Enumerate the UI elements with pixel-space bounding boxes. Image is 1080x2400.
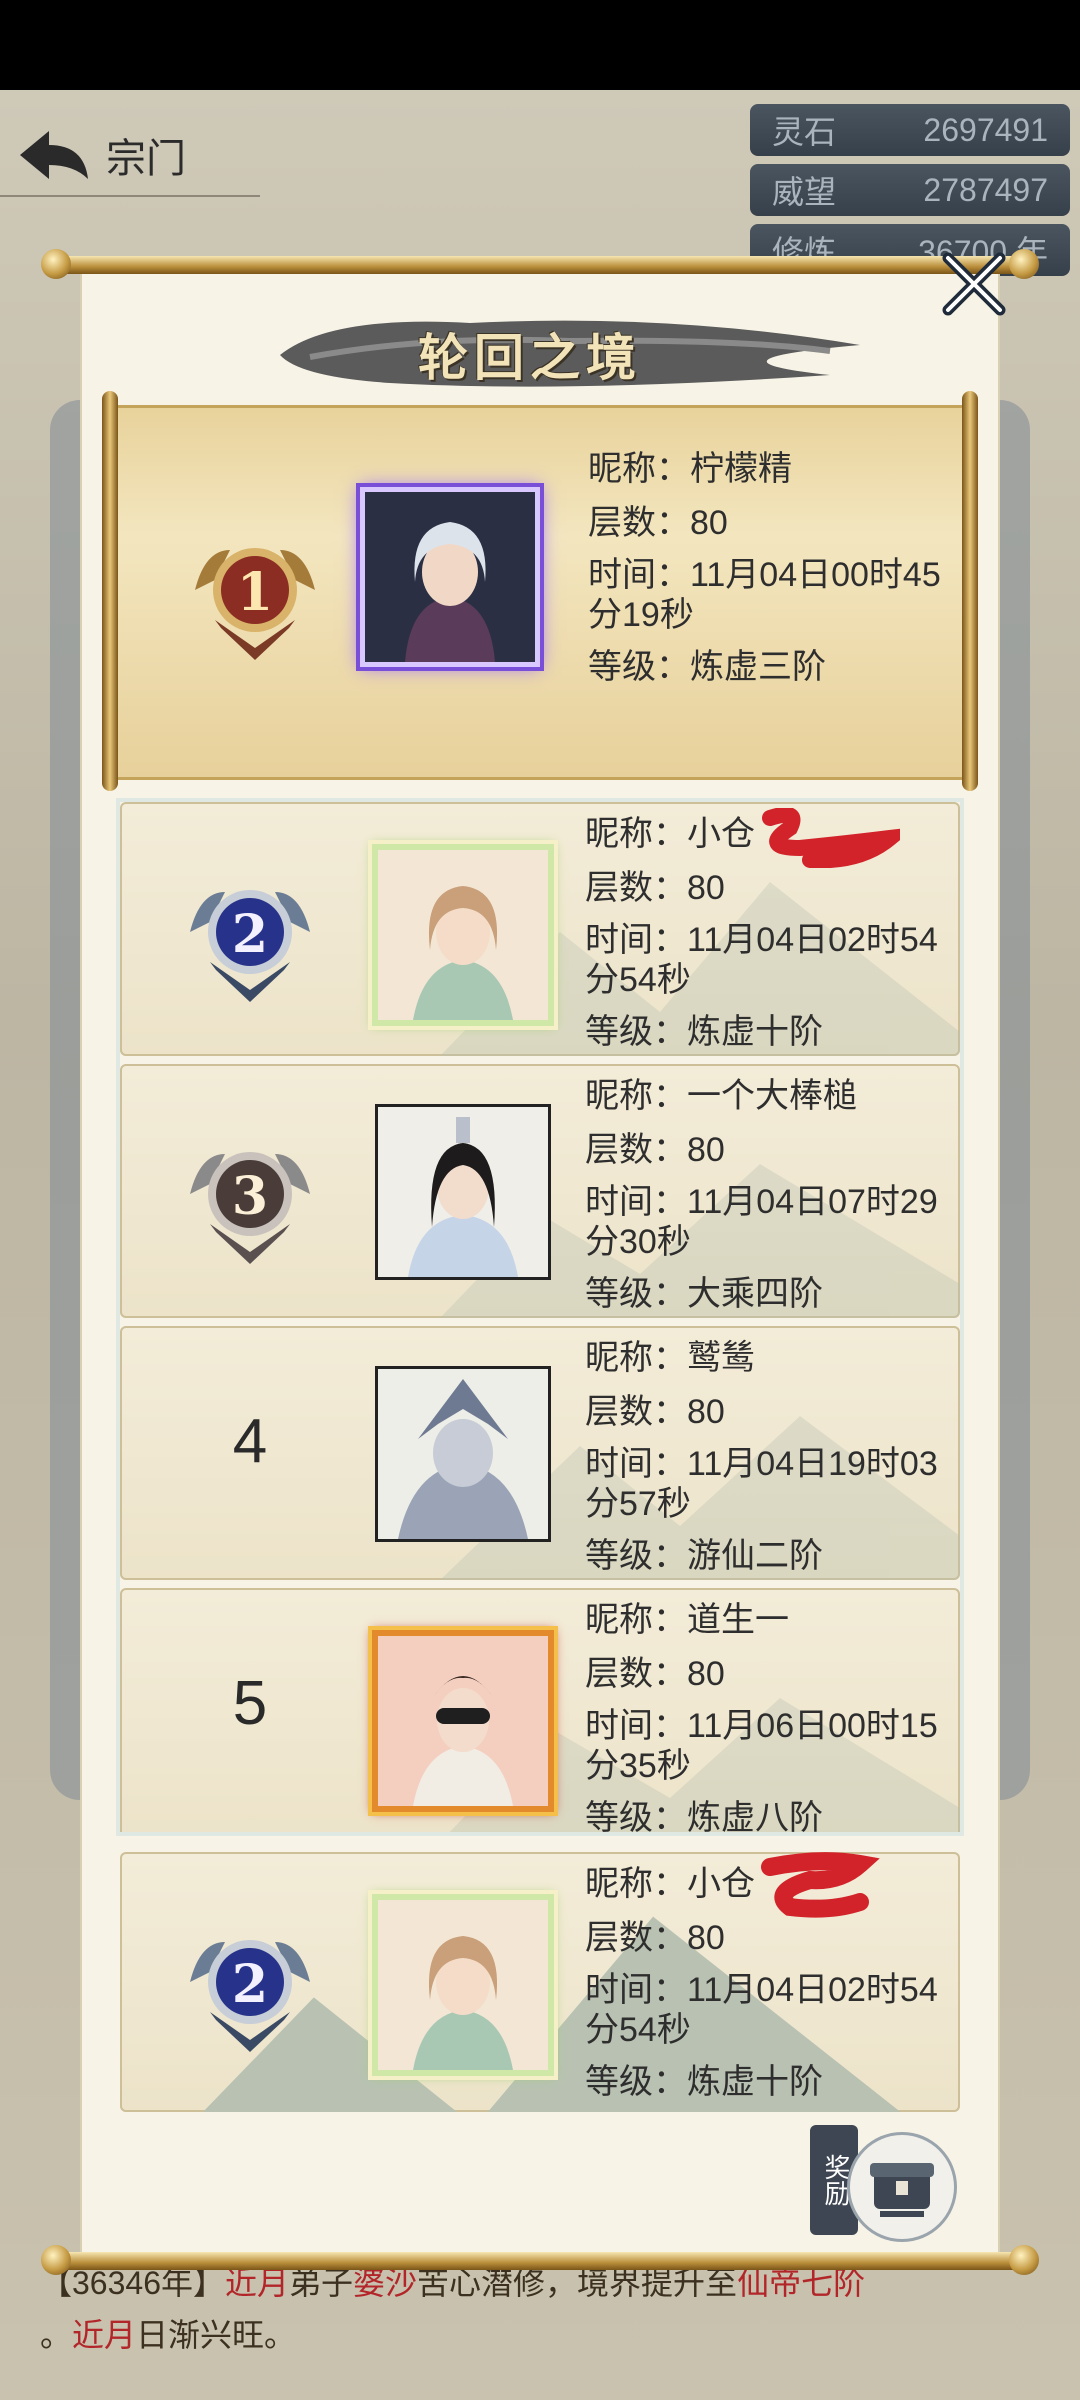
page-header: 宗门 [0,115,260,197]
close-icon[interactable] [938,248,1010,320]
player-avatar[interactable] [372,1630,554,1812]
redaction-scribble [761,1852,880,1918]
scroll-rod-bottom [41,2245,1039,2275]
level-row: 等级：炼虚三阶 [588,648,826,686]
svg-text:2: 2 [232,904,268,965]
player-avatar[interactable] [372,1894,554,2076]
rank-row: 3 昵称：一个大棒槌 层数：80 时间：11月04日07时29分30秒 等级：大… [120,1064,960,1318]
rank-info: 昵称：道生一 层数：80 时间：11月06日00时15分35秒 等级：炼虚八阶 [585,1601,938,1832]
status-bar [0,0,1080,90]
svg-text:1: 1 [237,562,273,623]
spirit-stone-stat: 灵石 2697491 [750,104,1070,156]
rank-row: 4 昵称：鹫鸶 层数：80 时间：11月04日19时03分57秒 等级：游仙二阶 [120,1326,960,1580]
rank-1-info: 昵称：柠檬精 层数：80 时间：11月04日00时45分19秒 等级：炼虚三阶 [588,447,958,699]
scroll-rod-top [41,249,1039,279]
rank-number: 4 [232,1407,268,1476]
player-avatar[interactable] [360,487,540,667]
rank-number: 5 [232,1669,268,1738]
rank-medal-silver-icon: 2 [190,1940,310,2052]
scroll-roll-left [102,391,118,791]
player-avatar[interactable] [375,1366,551,1542]
rank-info: 昵称：鹫鸶 层数：80 时间：11月04日19时03分57秒 等级：游仙二阶 [585,1339,938,1575]
page-title: 宗门 [106,137,186,181]
rank-row: 2 昵称：小仓 层数：80 时间：11月04日02时54分54秒 等级：炼虚十阶 [120,802,960,1056]
player-avatar[interactable] [375,1104,551,1280]
rank-info: 昵称：一个大棒槌 层数：80 时间：11月04日07时29分30秒 等级：大乘四… [585,1077,938,1313]
treasure-chest-icon [850,2135,954,2239]
rank-medal-gold-icon: 1 [195,548,315,660]
redaction-scribble [762,808,900,868]
rank-medal-bronze-icon: 3 [190,1152,310,1264]
prestige-stat: 威望 2787497 [750,164,1070,216]
svg-text:2: 2 [232,1954,268,2015]
ranking-list[interactable]: 2 昵称：小仓 层数：80 时间：11月04日02时54分54秒 等级：炼虚十阶… [120,802,960,1832]
rank-1-card: 1 昵称：柠檬精 层数：80 时间：11月04日00时45分19秒 等级：炼虚三… [102,391,978,791]
modal-title: 轮回之境 [418,328,642,387]
floors-row: 层数：80 [588,504,728,542]
rank-medal-silver-icon: 2 [190,890,310,1002]
reward-button[interactable]: 奖励 [810,2125,960,2245]
sect-log-text: 【36346年】近月弟子婆沙苦心潜修，境界提升至仙帝七阶 。近月日渐兴旺。 [40,2265,866,2353]
rank-row: 5 昵称：道生一 层数：80 时间：11月06日00时15分35秒 等级：炼虚八… [120,1588,960,1832]
svg-text:3: 3 [232,1166,268,1227]
back-arrow-icon[interactable] [14,125,94,185]
player-avatar[interactable] [372,844,554,1026]
scroll-roll-right [962,391,978,791]
time-row: 时间：11月04日00时45分19秒 [588,556,941,634]
nickname-row: 昵称：柠檬精 [588,450,792,488]
my-rank-card: 2 昵称：小仓 层数：80 时间：11月04日02时54分54秒 等级：炼虚十阶 [120,1852,960,2112]
